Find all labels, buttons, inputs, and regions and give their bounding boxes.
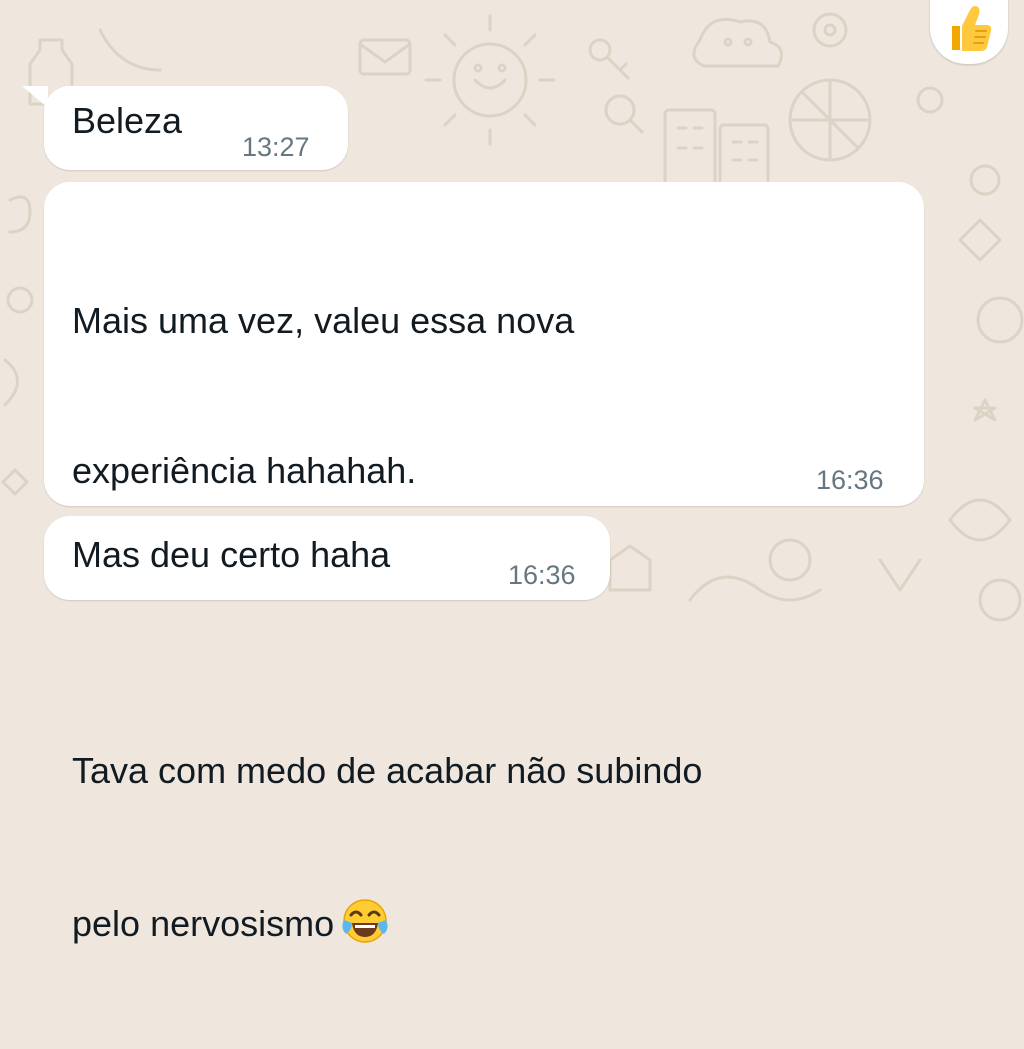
message-text: Mas deu certo haha (72, 534, 391, 575)
message-text: Beleza (72, 100, 183, 141)
message-timestamp: 16:36 (816, 465, 884, 495)
message-line: Tava com medo de acabar não subindo (72, 750, 703, 791)
tears-of-joy-icon (342, 899, 388, 943)
message-timestamp: 13:27 (242, 132, 310, 162)
message-line-text: pelo nervosismo (72, 903, 335, 944)
message-text: Mais uma vez, valeu essa nova experiênci… (72, 196, 702, 1049)
message-timestamp: 16:36 (508, 560, 576, 590)
reaction-badge[interactable] (930, 0, 1008, 64)
message-bubble[interactable]: Mas deu certo haha 16:36 (44, 516, 610, 600)
message-line: pelo nervosismo (72, 896, 702, 949)
thumbs-up-icon (952, 6, 992, 51)
message-line: experiência hahahah. (72, 450, 417, 491)
message-line: Mais uma vez, valeu essa nova (72, 300, 575, 341)
message-bubble[interactable]: Mais uma vez, valeu essa nova experiênci… (44, 182, 924, 944)
message-bubble[interactable]: Beleza 13:27 (44, 86, 348, 170)
